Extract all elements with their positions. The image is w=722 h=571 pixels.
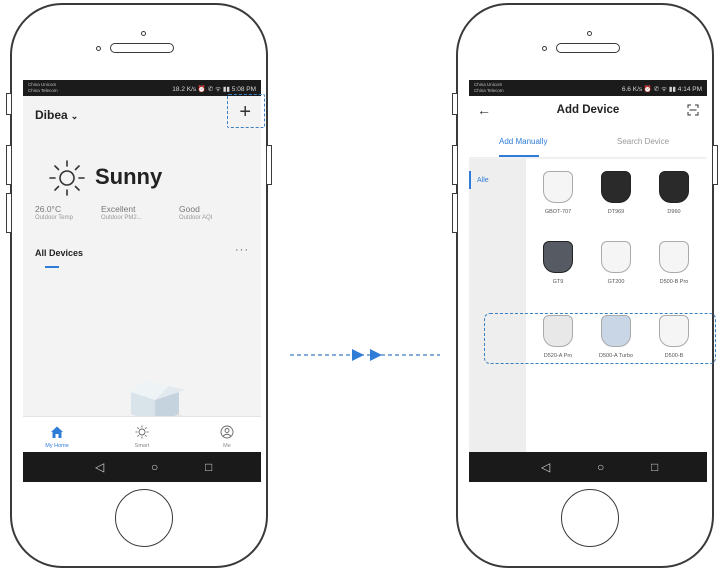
carrier-line: China Telecom [28,88,58,93]
stat-aqi: Good Outdoor AQI [179,204,249,221]
phone-side-button [452,93,458,115]
sun-outline-icon [112,422,172,442]
device-name: D960 [667,209,681,215]
tab-label: My Home [45,443,69,449]
device-name: D500-B Pro [659,279,689,285]
carrier-label: China Unicom China Telecom [474,82,504,94]
android-nav-bar: ◁ ○ □ [23,452,261,482]
robot-vacuum-icon [601,241,631,273]
stat-value: Excellent [101,204,136,214]
phone-frame-right: China Unicom China Telecom 6.6 K/s ⏰ ✆ ᯤ… [452,3,718,568]
status-indicators: 18.2 K/s ⏰ ✆ ᯤ ▮▮ 5:08 PM [172,86,256,93]
front-sensor [542,46,547,51]
tab-label: Me [223,443,231,449]
tab-underline [45,266,59,268]
home-header: Dibea ⌄ + [23,96,261,130]
stat-value: 26.0°C [35,204,62,214]
nav-recent-button[interactable]: □ [205,460,212,474]
user-icon [197,422,257,442]
sun-icon [49,160,85,196]
category-sidebar: Alle [469,159,526,459]
status-bar: China Unicom China Telecom 18.2 K/s ⏰ ✆ … [23,80,261,96]
highlight-device-row [484,313,716,364]
device-item[interactable]: GBOT-707 [530,171,586,215]
phone-side-button [452,193,458,233]
home-selector[interactable]: Dibea ⌄ [35,108,78,122]
tab-all-devices[interactable]: All Devices [35,248,83,258]
device-item[interactable]: GT200 [588,241,644,285]
device-item[interactable]: DT969 [588,171,644,215]
nav-home-button[interactable]: ○ [597,460,604,474]
device-name: GT9 [552,279,564,285]
arrow-right-icon [290,349,440,361]
device-grid: GBOT-707 DT969 D960 GT9 GT200 D500-B Pro [526,159,707,459]
scan-icon[interactable] [687,104,699,116]
stat-pm25: Excellent Outdoor PM2... [101,204,171,221]
carrier-line: China Telecom [474,88,504,93]
home-screen: China Unicom China Telecom 18.2 K/s ⏰ ✆ … [23,80,261,482]
weather-panel: Sunny [47,158,247,198]
device-name: GT200 [607,279,625,285]
tab-add-manually[interactable]: Add Manually [499,137,547,146]
device-item[interactable]: D960 [646,171,702,215]
device-name: DT969 [607,209,625,215]
category-item-alle[interactable]: Alle [477,177,489,184]
phone-side-button [6,93,12,115]
front-camera [141,31,146,36]
device-item[interactable]: D500-B Pro [646,241,702,285]
tab-underline [499,155,539,157]
stat-label: Outdoor AQI [179,215,213,221]
tab-my-home[interactable]: My Home [27,417,87,449]
category-active-bar [469,171,471,189]
phone-side-button [452,145,458,185]
front-sensor [96,46,101,51]
carrier-label: China Unicom China Telecom [28,82,58,94]
nav-recent-button[interactable]: □ [651,460,658,474]
tab-search-device[interactable]: Search Device [617,137,669,146]
stat-temp: 26.0°C Outdoor Temp [35,204,105,221]
phone-side-button [6,145,12,185]
tab-smart[interactable]: Smart [112,417,172,449]
earpiece-speaker [556,43,620,53]
nav-back-button[interactable]: ◁ [95,460,104,474]
tab-label: Smart [134,443,150,449]
weather-condition: Sunny [95,164,163,189]
phone-home-button [115,489,173,547]
robot-vacuum-icon [659,171,689,203]
phone-frame-left: China Unicom China Telecom 18.2 K/s ⏰ ✆ … [6,3,272,568]
phone-side-button [712,145,718,185]
home-name: Dibea [35,108,68,122]
page-title: Add Device [556,104,620,116]
robot-vacuum-icon [543,241,573,273]
robot-vacuum-icon [543,171,573,203]
status-indicators: 6.6 K/s ⏰ ✆ ᯤ ▮▮ 4:14 PM [621,86,702,93]
robot-vacuum-icon [601,171,631,203]
nav-home-button[interactable]: ○ [151,460,158,474]
add-device-screen: China Unicom China Telecom 6.6 K/s ⏰ ✆ ᯤ… [469,80,707,482]
front-camera [587,31,592,36]
device-item[interactable]: GT9 [530,241,586,285]
stat-label: Outdoor Temp [35,215,73,221]
chevron-down-icon: ⌄ [70,111,79,121]
status-bar: China Unicom China Telecom 6.6 K/s ⏰ ✆ ᯤ… [469,80,707,96]
more-options-button[interactable]: ··· [235,244,249,256]
earpiece-speaker [110,43,174,53]
phone-side-button [6,193,12,233]
highlight-add-button [227,94,265,128]
android-nav-bar: ◁ ○ □ [469,452,707,482]
add-mode-tabs: Add Manually Search Device [469,126,707,158]
device-name: GBOT-707 [544,209,572,215]
add-device-header: ← Add Device [469,96,707,126]
robot-vacuum-icon [659,241,689,273]
bottom-tab-bar: My Home Smart Me [23,416,261,452]
home-icon [27,422,87,442]
stat-value: Good [179,204,200,214]
nav-back-button[interactable]: ◁ [541,460,550,474]
tab-me[interactable]: Me [197,417,257,449]
stat-label: Outdoor PM2... [101,215,142,221]
phone-side-button [266,145,272,185]
phone-home-button [561,489,619,547]
